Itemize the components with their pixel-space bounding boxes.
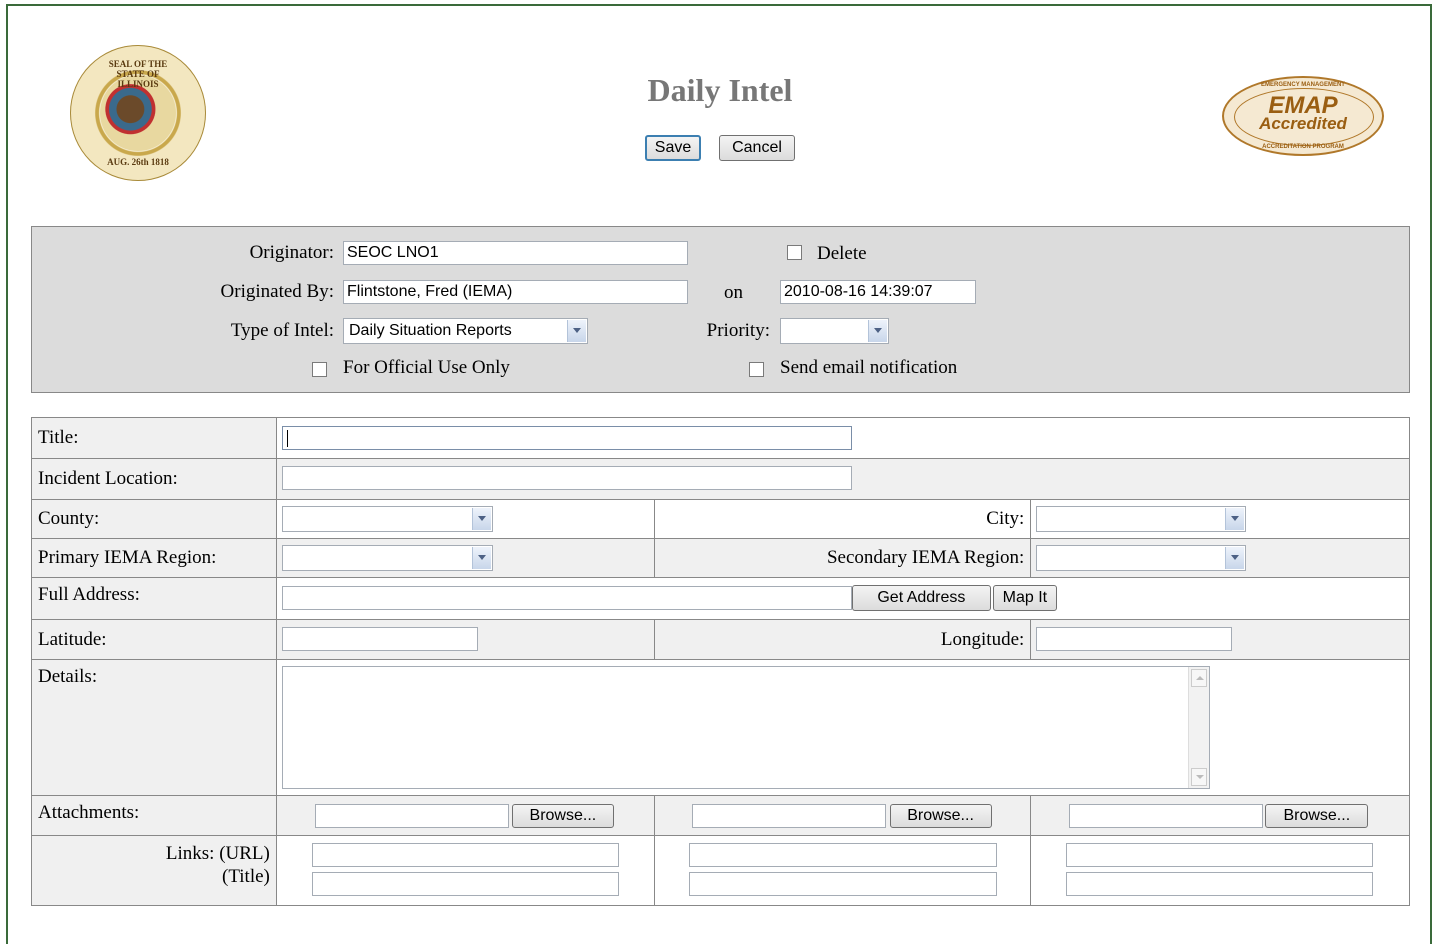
save-button[interactable]: Save: [645, 135, 701, 161]
on-label: on: [724, 282, 743, 303]
send-email-label: Send email notification: [780, 357, 958, 378]
type-of-intel-value: Daily Situation Reports: [349, 322, 512, 339]
title-label: Title:: [31, 417, 277, 459]
links-title-label: (Title): [222, 866, 270, 887]
attachment-file-input-3[interactable]: [1069, 804, 1264, 828]
attachment-file-input-2[interactable]: [691, 804, 886, 828]
page-title: Daily Intel: [647, 72, 793, 108]
link-cell-2: [653, 835, 1032, 906]
emap-ring-bottom-text: ACCREDITATION PROGRAM: [1262, 144, 1344, 150]
link-cell-3: [1030, 835, 1410, 906]
map-it-button[interactable]: Map It: [992, 585, 1057, 611]
county-select[interactable]: [281, 506, 493, 532]
details-row: Details:: [31, 659, 1411, 796]
attachment-cell-1: Browse...: [275, 795, 655, 836]
delete-checkbox[interactable]: [787, 245, 802, 260]
delete-label: Delete: [817, 243, 867, 264]
title-cell: [275, 417, 1411, 459]
type-of-intel-select[interactable]: Daily Situation Reports: [343, 318, 588, 344]
attachment-cell-2: Browse...: [653, 795, 1032, 836]
secondary-region-select[interactable]: [1036, 545, 1247, 571]
chevron-down-icon: [471, 508, 491, 530]
incident-location-label: Incident Location:: [31, 458, 277, 500]
incident-location-cell: [275, 458, 1411, 500]
county-cell: [275, 499, 655, 539]
link-url-input-2[interactable]: [688, 843, 997, 867]
originator-field[interactable]: SEOC LNO1: [343, 241, 688, 265]
browse-button-3[interactable]: Browse...: [1265, 804, 1369, 828]
title-row: Title:: [31, 417, 1411, 459]
browse-button-2[interactable]: Browse...: [889, 804, 992, 828]
link-url-input-3[interactable]: [1066, 843, 1374, 867]
attachment-file-input-1[interactable]: [314, 804, 509, 828]
type-of-intel-label: Type of Intel:: [230, 320, 334, 341]
latitude-input[interactable]: [281, 627, 478, 651]
title-input[interactable]: [281, 426, 852, 450]
city-label: City:: [653, 499, 1032, 539]
attachments-label: Attachments:: [31, 795, 277, 836]
originator-label: Originator:: [249, 242, 334, 263]
intel-form-table: Title: Incident Location: County: City: …: [31, 417, 1411, 906]
links-row: Links: (URL) (Title): [31, 835, 1410, 906]
links-url-label: Links: (URL): [165, 843, 270, 864]
full-address-input[interactable]: [281, 586, 852, 610]
text-cursor: [286, 430, 288, 447]
primary-region-cell: [275, 538, 655, 578]
fouo-checkbox[interactable]: [312, 362, 327, 377]
cancel-button[interactable]: Cancel: [719, 135, 795, 161]
link-title-input-2[interactable]: [688, 872, 997, 896]
longitude-label: Longitude:: [653, 619, 1032, 660]
full-address-row: Full Address: Get Address Map It: [31, 577, 1411, 620]
county-label: County:: [31, 499, 277, 539]
link-cell-1: [275, 835, 655, 906]
fouo-label: For Official Use Only: [343, 357, 510, 378]
chevron-down-icon: [471, 547, 491, 569]
chevron-down-icon: [868, 320, 887, 342]
details-scrollbar[interactable]: [1187, 667, 1209, 788]
chevron-down-icon: [1225, 547, 1245, 569]
intel-metadata-panel: Originator: SEOC LNO1 Delete Originated …: [31, 226, 1410, 393]
priority-label: Priority:: [706, 320, 770, 341]
longitude-cell: [1030, 619, 1410, 660]
region-row: Primary IEMA Region: Secondary IEMA Regi…: [31, 538, 1410, 578]
attachment-cell-3: Browse...: [1030, 795, 1410, 836]
latitude-cell: [275, 619, 655, 660]
full-address-label: Full Address:: [31, 577, 277, 620]
scroll-down-arrow-icon[interactable]: [1190, 768, 1207, 786]
chevron-down-icon: [567, 320, 586, 342]
details-cell: [275, 659, 1411, 796]
originated-by-label: Originated By:: [220, 281, 334, 302]
illinois-seal-logo: SEAL OF THE STATE OF ILLINOIS AUG. 26th …: [70, 45, 206, 181]
details-label: Details:: [31, 659, 277, 796]
details-textarea[interactable]: [281, 666, 1210, 789]
seal-bottom-text: AUG. 26th 1818: [107, 157, 169, 167]
emap-subtitle: Accredited: [1259, 114, 1347, 133]
scroll-up-arrow-icon[interactable]: [1190, 669, 1207, 687]
links-label-cell: Links: (URL) (Title): [31, 835, 277, 906]
secondary-region-label: Secondary IEMA Region:: [653, 538, 1032, 578]
originated-date-field[interactable]: 2010-08-16 14:39:07: [780, 280, 976, 304]
lat-long-row: Latitude: Longitude:: [31, 619, 1410, 660]
originated-by-field[interactable]: Flintstone, Fred (IEMA): [343, 280, 688, 304]
priority-select[interactable]: [780, 318, 889, 344]
city-select[interactable]: [1036, 506, 1247, 532]
primary-region-select[interactable]: [281, 545, 493, 571]
secondary-region-cell: [1030, 538, 1410, 578]
chevron-down-icon: [1225, 508, 1245, 530]
incident-location-row: Incident Location:: [31, 458, 1411, 500]
browse-button-1[interactable]: Browse...: [511, 804, 614, 828]
county-city-row: County: City:: [31, 499, 1410, 539]
link-title-input-1[interactable]: [311, 872, 619, 896]
full-address-cell: Get Address Map It: [275, 577, 1411, 620]
longitude-input[interactable]: [1036, 627, 1233, 651]
incident-location-input[interactable]: [281, 466, 852, 490]
get-address-button[interactable]: Get Address: [851, 585, 991, 611]
attachments-row: Attachments: Browse... Browse... Browse.…: [31, 795, 1410, 836]
link-url-input-1[interactable]: [311, 843, 619, 867]
latitude-label: Latitude:: [31, 619, 277, 660]
primary-region-label: Primary IEMA Region:: [31, 538, 277, 578]
send-email-checkbox[interactable]: [749, 362, 764, 377]
link-title-input-3[interactable]: [1066, 872, 1374, 896]
city-cell: [1030, 499, 1410, 539]
